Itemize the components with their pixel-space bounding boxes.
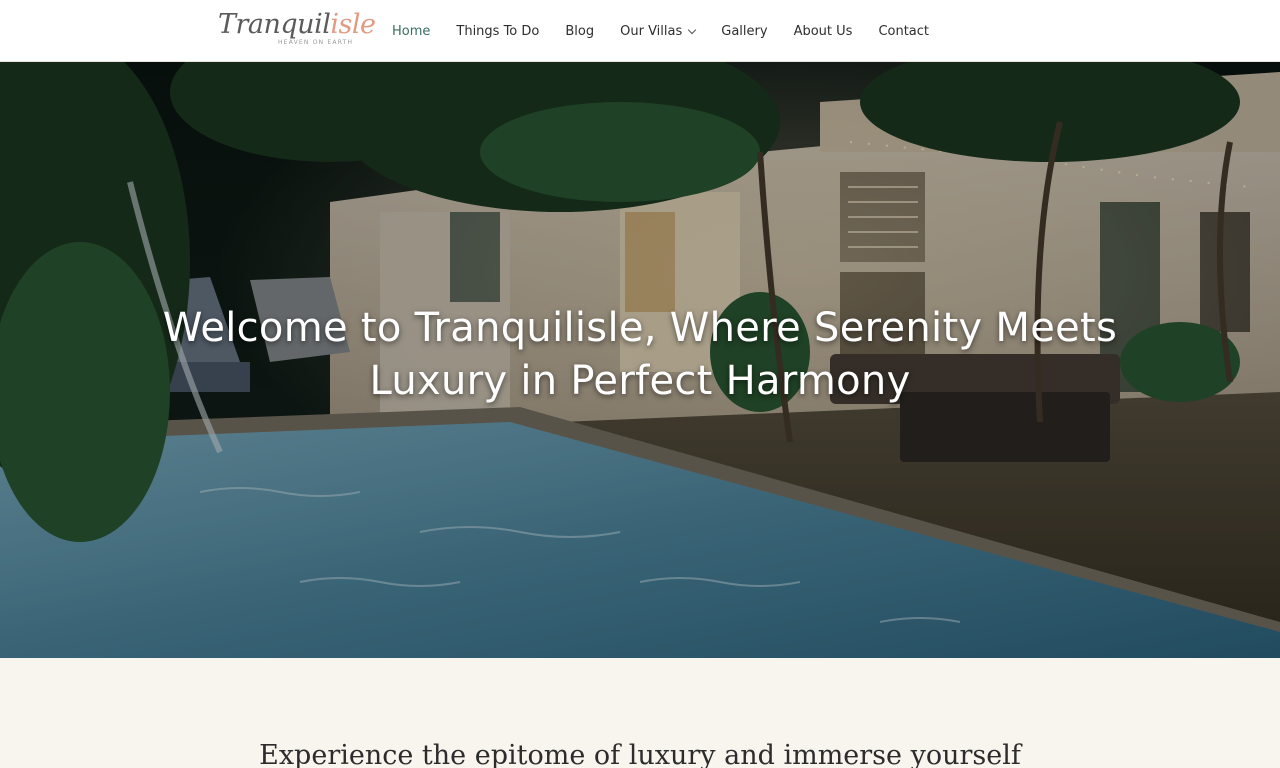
hero-title: Welcome to Tranquilisle, Where Serenity …	[162, 305, 1118, 404]
chevron-down-icon	[688, 25, 697, 34]
intro-section: Experience the epitome of luxury and imm…	[0, 658, 1280, 768]
site-header: Tranquilisle HEAVEN ON EARTH Home Things…	[0, 0, 1280, 62]
hero-banner: Welcome to Tranquilisle, Where Serenity …	[0, 62, 1280, 658]
logo-tagline: HEAVEN ON EARTH	[278, 39, 354, 46]
site-logo[interactable]: Tranquilisle HEAVEN ON EARTH	[218, 6, 376, 50]
logo-wordmark: Tranquilisle	[218, 8, 376, 42]
logo-word-part1: Tranquil	[218, 9, 331, 40]
nav-blog[interactable]: Blog	[552, 0, 607, 62]
nav-contact[interactable]: Contact	[865, 0, 942, 62]
nav-gallery[interactable]: Gallery	[708, 0, 780, 62]
nav-our-villas[interactable]: Our Villas	[607, 0, 708, 62]
main-navigation: Home Things To Do Blog Our Villas Galler…	[379, 0, 942, 62]
nav-our-villas-label: Our Villas	[620, 23, 683, 39]
nav-about-us[interactable]: About Us	[781, 0, 866, 62]
nav-things-to-do[interactable]: Things To Do	[443, 0, 552, 62]
intro-heading: Experience the epitome of luxury and imm…	[259, 740, 1021, 768]
nav-home[interactable]: Home	[379, 0, 443, 62]
logo-word-part2: isle	[330, 9, 376, 40]
